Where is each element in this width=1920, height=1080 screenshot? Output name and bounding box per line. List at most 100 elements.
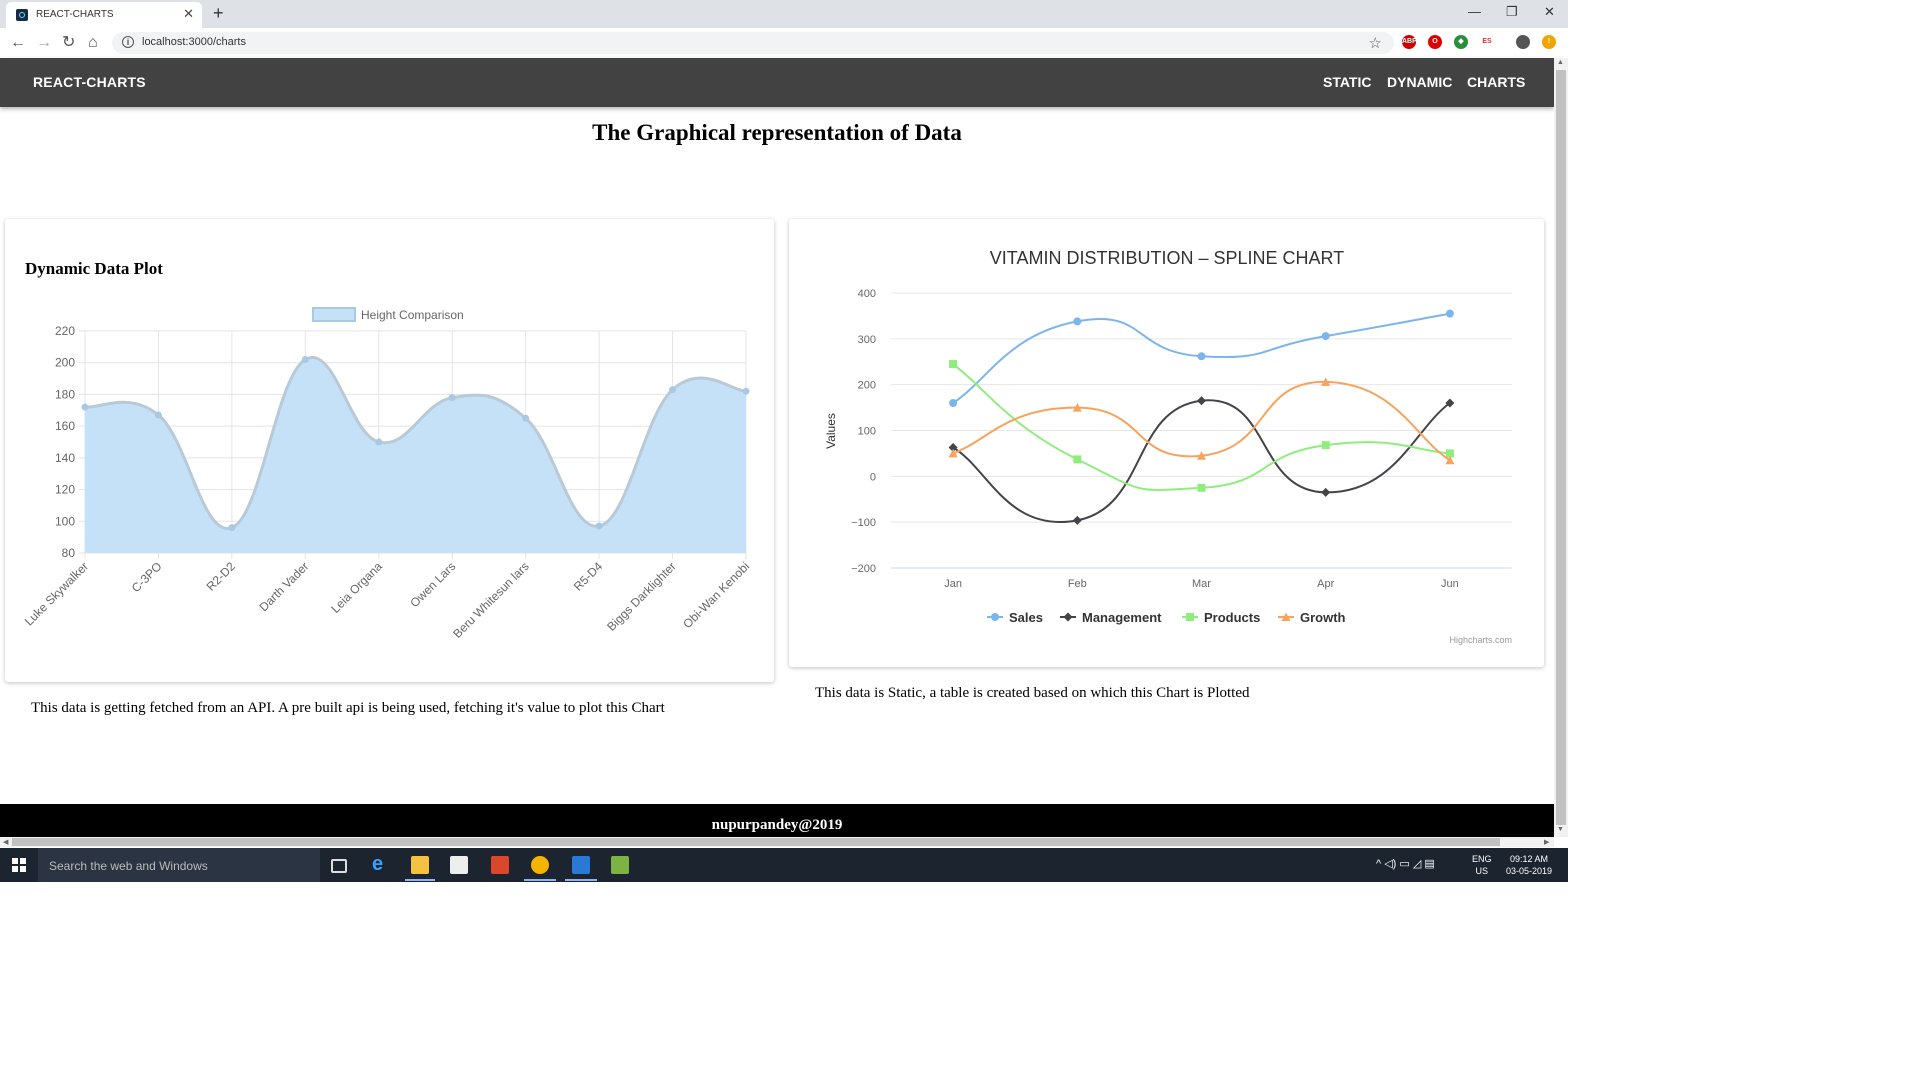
horizontal-scrollbar[interactable]: ◀ ▶ bbox=[0, 837, 1554, 847]
sales-data-point bbox=[1321, 332, 1330, 341]
left-caption: This data is getting fetched from an API… bbox=[31, 700, 665, 716]
scroll-left-icon[interactable]: ◀ bbox=[3, 838, 8, 846]
edge-icon[interactable]: e bbox=[372, 853, 390, 875]
y-tick-label: 120 bbox=[55, 483, 75, 497]
opera-extension-icon[interactable]: O bbox=[1428, 35, 1442, 49]
es-extension-icon[interactable]: ES bbox=[1480, 35, 1494, 49]
back-icon[interactable]: ← bbox=[10, 33, 26, 53]
language-code: ENG bbox=[1472, 854, 1492, 864]
minimize-icon[interactable]: — bbox=[1468, 4, 1481, 20]
store-icon[interactable] bbox=[450, 856, 468, 874]
y-tick-label: 220 bbox=[55, 324, 75, 338]
data-point bbox=[301, 356, 309, 364]
products-data-point bbox=[1073, 455, 1082, 464]
windows-start-icon[interactable] bbox=[12, 858, 26, 872]
new-tab-icon[interactable]: + bbox=[213, 3, 224, 23]
data-point bbox=[375, 438, 383, 446]
x-tick-label: Biggs Darklighter bbox=[604, 559, 679, 634]
horizontal-scroll-thumb[interactable] bbox=[12, 838, 1500, 846]
chrome-active-indicator bbox=[524, 879, 556, 881]
products-data-point bbox=[1321, 441, 1330, 450]
vscode-active-indicator bbox=[565, 879, 597, 881]
reload-icon[interactable]: ↻ bbox=[62, 33, 75, 53]
tab-title: REACT-CHARTS bbox=[36, 9, 114, 20]
data-point bbox=[448, 394, 456, 402]
clock-date: 03-05-2019 bbox=[1506, 866, 1553, 876]
profile-avatar-icon[interactable] bbox=[1516, 35, 1530, 49]
alert-icon[interactable]: ! bbox=[1542, 35, 1556, 49]
right-caption: This data is Static, a table is created … bbox=[815, 685, 1250, 701]
brand-link[interactable]: REACT-CHARTS bbox=[33, 74, 146, 90]
sales-data-point bbox=[1073, 317, 1082, 326]
data-point bbox=[154, 411, 162, 419]
page-title: The Graphical representation of Data bbox=[592, 120, 962, 145]
presentation-app-icon[interactable] bbox=[491, 856, 509, 874]
y-tick-label: 300 bbox=[858, 334, 876, 346]
data-point bbox=[228, 524, 236, 532]
task-view-icon[interactable] bbox=[331, 859, 347, 873]
scroll-down-icon[interactable]: ▼ bbox=[1557, 826, 1564, 833]
sales-legend-label: Sales bbox=[1009, 610, 1043, 625]
adblock-extension-icon[interactable]: ABP bbox=[1402, 35, 1417, 49]
extension-icon[interactable]: ◆ bbox=[1454, 35, 1468, 49]
y-tick-label: 100 bbox=[858, 426, 876, 438]
data-point bbox=[595, 522, 603, 530]
height-comparison-chart: 80 100 120 140 160 180 200 220 Luke Skywalker C-3… bbox=[22, 307, 752, 641]
url-bar[interactable]: i localhost:3000/charts ☆ bbox=[112, 32, 1394, 54]
products-legend-label: Products bbox=[1204, 610, 1260, 625]
nav-dynamic[interactable]: DYNAMIC bbox=[1387, 74, 1452, 90]
y-tick-label: −100 bbox=[851, 517, 876, 529]
file-explorer-icon[interactable] bbox=[411, 856, 429, 874]
clock[interactable]: 09:12 AM 03-05-2019 bbox=[1506, 853, 1552, 877]
info-icon[interactable]: i bbox=[122, 36, 134, 48]
y-tick-label: 140 bbox=[55, 451, 75, 465]
forward-icon[interactable]: → bbox=[36, 33, 52, 53]
data-point bbox=[669, 386, 677, 394]
x-tick-label: Darth Vader bbox=[256, 559, 311, 614]
close-window-icon[interactable]: ✕ bbox=[1544, 4, 1555, 20]
vertical-scrollbar[interactable]: ▲ ▼ bbox=[1554, 58, 1568, 837]
input-language[interactable]: ENG US bbox=[1472, 853, 1492, 877]
y-tick-label: 100 bbox=[55, 514, 75, 528]
management-data-point bbox=[1197, 396, 1206, 406]
scroll-right-icon[interactable]: ▶ bbox=[1544, 838, 1549, 846]
dynamic-chart-card: Dynamic Data Plot 80 100 120 140 160 180 200 22… bbox=[5, 219, 774, 682]
react-favicon-icon bbox=[16, 9, 28, 21]
legend-swatch bbox=[312, 307, 356, 322]
close-tab-icon[interactable]: ✕ bbox=[183, 6, 194, 22]
y-tick-label: 400 bbox=[858, 288, 876, 300]
region-code: US bbox=[1475, 866, 1489, 876]
bookmark-star-icon[interactable]: ☆ bbox=[1369, 34, 1382, 52]
highcharts-credit: Highcharts.com bbox=[1449, 635, 1512, 645]
y-tick-label: 80 bbox=[62, 546, 76, 560]
management-series-line bbox=[952, 399, 1451, 523]
scroll-up-icon[interactable]: ▲ bbox=[1557, 59, 1564, 66]
app-navbar: REACT-CHARTS STATIC DYNAMIC CHARTS bbox=[0, 58, 1554, 107]
static-chart-card: VITAMIN DISTRIBUTION – SPLINE CHART −200 −… bbox=[789, 219, 1544, 667]
nav-charts[interactable]: CHARTS bbox=[1467, 74, 1525, 90]
x-tick-label: Jan bbox=[944, 578, 962, 590]
restore-icon[interactable]: ❐ bbox=[1506, 4, 1518, 20]
browser-tab[interactable]: REACT-CHARTS ✕ bbox=[6, 2, 202, 28]
products-data-point bbox=[949, 360, 958, 369]
x-tick-label: Owen Lars bbox=[407, 559, 458, 610]
products-series-line bbox=[952, 363, 1450, 491]
home-icon[interactable]: ⌂ bbox=[88, 33, 98, 53]
chrome-icon[interactable] bbox=[531, 856, 549, 874]
y-tick-label: 200 bbox=[55, 356, 75, 370]
sales-data-point bbox=[949, 399, 958, 407]
footer: nupurpandey@2019 bbox=[0, 804, 1554, 837]
tray-icons[interactable]: ^ ◁) ▭ ◿ ▤ bbox=[1376, 858, 1435, 870]
x-tick-label: Beru Whitesun lars bbox=[450, 559, 532, 641]
x-tick-label: Feb bbox=[1068, 578, 1087, 590]
vscode-icon[interactable] bbox=[572, 856, 590, 874]
browser-tab-bar: REACT-CHARTS ✕ + — ❐ ✕ bbox=[0, 0, 1568, 28]
taskbar-search[interactable]: Search the web and Windows bbox=[38, 848, 320, 882]
windows-taskbar: Search the web and Windows e ^ ◁) ▭ ◿ ▤ … bbox=[0, 848, 1568, 882]
x-tick-label: Leia Organa bbox=[328, 559, 385, 616]
vertical-scroll-thumb[interactable] bbox=[1556, 70, 1566, 825]
spline-chart: VITAMIN DISTRIBUTION – SPLINE CHART −200 −… bbox=[824, 248, 1512, 645]
notepad-icon[interactable] bbox=[611, 856, 629, 874]
nav-static[interactable]: STATIC bbox=[1323, 74, 1371, 90]
taskbar-search-placeholder: Search the web and Windows bbox=[49, 859, 208, 873]
